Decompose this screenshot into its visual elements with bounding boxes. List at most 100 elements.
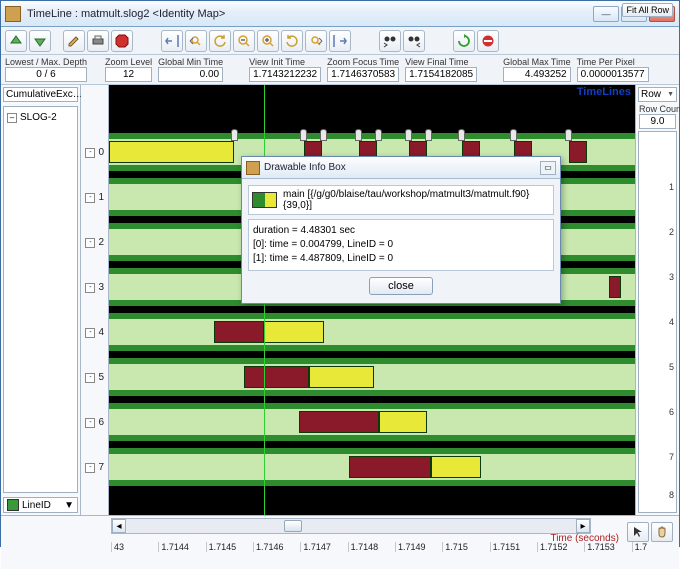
- state-bar[interactable]: [309, 366, 374, 388]
- left-pane: CumulativeExc…▼ –SLOG-2 LineID▼: [1, 85, 81, 515]
- edit-button[interactable]: [63, 30, 85, 52]
- view-init-value[interactable]: 1.7143212232: [249, 67, 321, 82]
- row-label[interactable]: -4: [85, 327, 104, 338]
- row-label[interactable]: -5: [85, 372, 104, 383]
- chevron-down-icon: ▼: [667, 91, 674, 98]
- marker-icon[interactable]: [300, 129, 307, 141]
- row-toggle-icon[interactable]: -: [85, 328, 95, 338]
- row-label[interactable]: -6: [85, 417, 104, 428]
- row-label[interactable]: -2: [85, 237, 104, 248]
- search-right-button[interactable]: [305, 30, 327, 52]
- dialog-titlebar[interactable]: Drawable Info Box ▭: [242, 157, 560, 179]
- marker-icon[interactable]: [405, 129, 412, 141]
- row-combo[interactable]: Row▼: [638, 87, 677, 102]
- view-final-value[interactable]: 1.7154182085: [405, 67, 477, 82]
- global-min-value[interactable]: 0.00: [158, 67, 223, 82]
- state-bar[interactable]: [109, 141, 234, 163]
- scroll-right-button[interactable]: ▸: [576, 519, 590, 533]
- time-axis-label: Time (seconds): [550, 533, 619, 544]
- level-up-button[interactable]: [5, 30, 27, 52]
- ruler-tick: 1.7148: [348, 542, 395, 552]
- find-prev-button[interactable]: [379, 30, 401, 52]
- row-toggle-icon[interactable]: -: [85, 283, 95, 293]
- tree-root[interactable]: –SLOG-2: [6, 111, 75, 124]
- timeline-row: [109, 358, 635, 396]
- legend-tree[interactable]: –SLOG-2: [3, 106, 78, 493]
- ruler-tick: 2: [669, 227, 674, 237]
- row-label[interactable]: -7: [85, 462, 104, 473]
- depth-value: 0 / 6: [5, 67, 87, 82]
- dialog-title: Drawable Info Box: [264, 162, 536, 173]
- horizontal-scrollbar[interactable]: ◂ ▸: [111, 518, 591, 534]
- zoom-level-value[interactable]: 12: [105, 67, 152, 82]
- scroll-left-button[interactable]: ◂: [112, 519, 126, 533]
- find-next-button[interactable]: [403, 30, 425, 52]
- marker-icon[interactable]: [425, 129, 432, 141]
- state-bar[interactable]: [349, 456, 431, 478]
- end-button[interactable]: [329, 30, 351, 52]
- print-button[interactable]: [87, 30, 109, 52]
- row-label[interactable]: -1: [85, 192, 104, 203]
- delete-button[interactable]: [477, 30, 499, 52]
- row-label[interactable]: -3: [85, 282, 104, 293]
- drawable-info-dialog[interactable]: Drawable Info Box ▭ main [{/g/g0/blaise/…: [241, 156, 561, 304]
- state-bar[interactable]: [264, 321, 324, 343]
- zoom-focus-value[interactable]: 1.7146370583: [327, 67, 399, 82]
- marker-icon[interactable]: [375, 129, 382, 141]
- search-left-button[interactable]: [185, 30, 207, 52]
- dialog-main-label: main [{/g/g0/blaise/tau/workshop/matmult…: [283, 189, 550, 211]
- metric-combo[interactable]: CumulativeExc…▼: [3, 87, 78, 102]
- ruler-tick: 8: [669, 490, 674, 500]
- home-button[interactable]: [161, 30, 183, 52]
- row-label[interactable]: -0: [85, 147, 104, 158]
- state-bar[interactable]: [609, 276, 621, 298]
- minimize-button[interactable]: —: [593, 6, 619, 22]
- tree-toggle-icon[interactable]: –: [7, 113, 17, 123]
- state-bar[interactable]: [214, 321, 264, 343]
- row-toggle-icon[interactable]: -: [85, 148, 95, 158]
- chevron-down-icon: ▼: [64, 500, 74, 511]
- hand-button[interactable]: [651, 522, 673, 542]
- undo-button[interactable]: [209, 30, 231, 52]
- scrollbar-track[interactable]: [126, 519, 576, 533]
- category-selector[interactable]: LineID▼: [3, 497, 78, 513]
- stop-button[interactable]: [111, 30, 133, 52]
- dialog-main-row: main [{/g/g0/blaise/tau/workshop/matmult…: [248, 185, 554, 215]
- marker-icon[interactable]: [510, 129, 517, 141]
- zoom-out-button[interactable]: [233, 30, 255, 52]
- row-count-value[interactable]: 9.0: [639, 114, 676, 129]
- fit-all-rows-button[interactable]: Fit All Row: [622, 3, 673, 17]
- dialog-icon: [246, 161, 260, 175]
- info-line: [0]: time = 0.004799, LineID = 0: [253, 238, 549, 252]
- redo-button[interactable]: [281, 30, 303, 52]
- marker-icon[interactable]: [320, 129, 327, 141]
- row-toggle-icon[interactable]: -: [85, 463, 95, 473]
- state-bar[interactable]: [299, 411, 379, 433]
- marker-icon[interactable]: [355, 129, 362, 141]
- pointer-button[interactable]: [627, 522, 649, 542]
- state-bar[interactable]: [431, 456, 481, 478]
- dialog-close-button[interactable]: ▭: [540, 161, 556, 175]
- marker-icon[interactable]: [458, 129, 465, 141]
- global-max-value[interactable]: 4.493252: [503, 67, 571, 82]
- state-bar[interactable]: [569, 141, 587, 163]
- marker-icon[interactable]: [231, 129, 238, 141]
- row-toggle-icon[interactable]: -: [85, 418, 95, 428]
- row-number-gutter: -0 -1 -2 -3 -4 -5 -6 -7: [81, 85, 109, 515]
- tpp-value[interactable]: 0.0000013577: [577, 67, 649, 82]
- dialog-close-action-button[interactable]: close: [369, 277, 433, 295]
- state-bar[interactable]: [244, 366, 309, 388]
- level-down-button[interactable]: [29, 30, 51, 52]
- ruler-tick: 1.715: [442, 542, 489, 552]
- marker-icon[interactable]: [565, 129, 572, 141]
- state-bar[interactable]: [379, 411, 427, 433]
- zoom-in-button[interactable]: [257, 30, 279, 52]
- refresh-button[interactable]: [453, 30, 475, 52]
- row-toggle-icon[interactable]: -: [85, 373, 95, 383]
- ruler-tick: 1: [669, 182, 674, 192]
- scrollbar-thumb[interactable]: [284, 520, 302, 532]
- row-toggle-icon[interactable]: -: [85, 238, 95, 248]
- row-toggle-icon[interactable]: -: [85, 193, 95, 203]
- dialog-buttons: close: [248, 271, 554, 297]
- ruler-tick: 43: [111, 542, 158, 552]
